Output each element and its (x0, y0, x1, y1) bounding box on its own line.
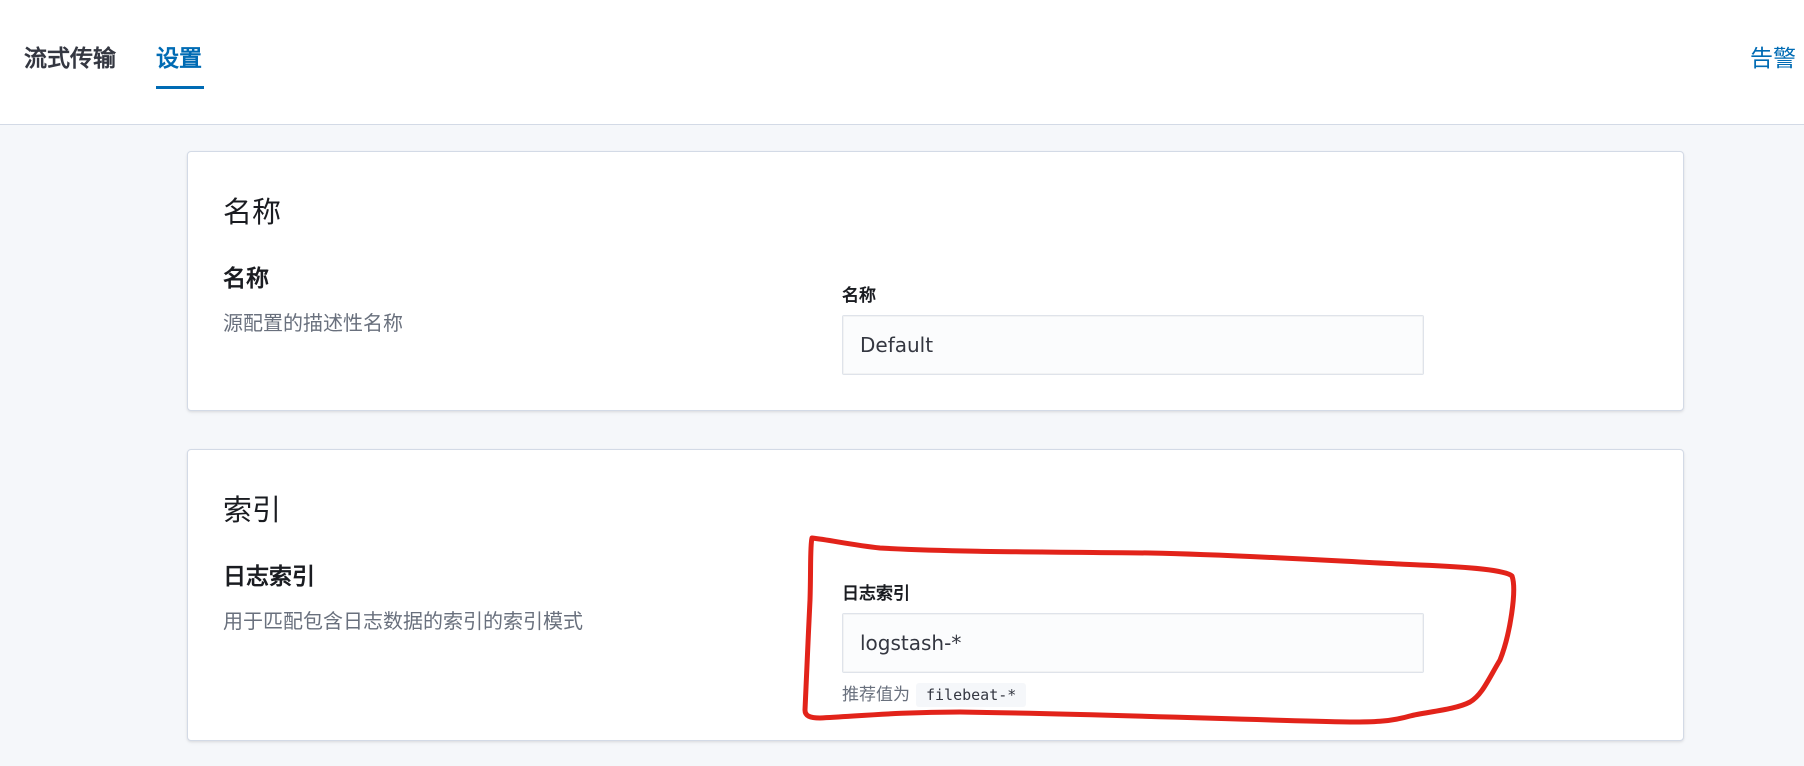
top-navigation-bar: 流式传输 设置 告警 (0, 0, 1804, 125)
tab-settings[interactable]: 设置 (156, 44, 202, 74)
alerts-link[interactable]: 告警 (1750, 44, 1796, 74)
help-prefix: 推荐值为 (842, 685, 910, 705)
log-index-field-description: 用于匹配包含日志数据的索引的索引模式 (223, 609, 583, 633)
recommended-value-code: filebeat-* (916, 683, 1027, 707)
active-tab-indicator (156, 86, 204, 89)
name-input[interactable] (842, 315, 1424, 375)
log-index-input[interactable] (842, 613, 1424, 673)
tab-stream[interactable]: 流式传输 (24, 44, 116, 74)
name-field-description: 源配置的描述性名称 (223, 311, 403, 335)
name-section-title: 名称 (223, 195, 282, 229)
name-settings-panel: 名称 名称 源配置的描述性名称 名称 (187, 151, 1684, 411)
log-index-help-text: 推荐值为 filebeat-* (842, 682, 1027, 708)
log-index-input-label: 日志索引 (842, 584, 910, 604)
name-field-title: 名称 (223, 266, 269, 292)
name-input-label: 名称 (842, 286, 876, 306)
index-section-title: 索引 (223, 493, 282, 527)
index-settings-panel: 索引 日志索引 用于匹配包含日志数据的索引的索引模式 日志索引 推荐值为 file… (187, 449, 1684, 741)
log-index-field-title: 日志索引 (223, 564, 315, 590)
